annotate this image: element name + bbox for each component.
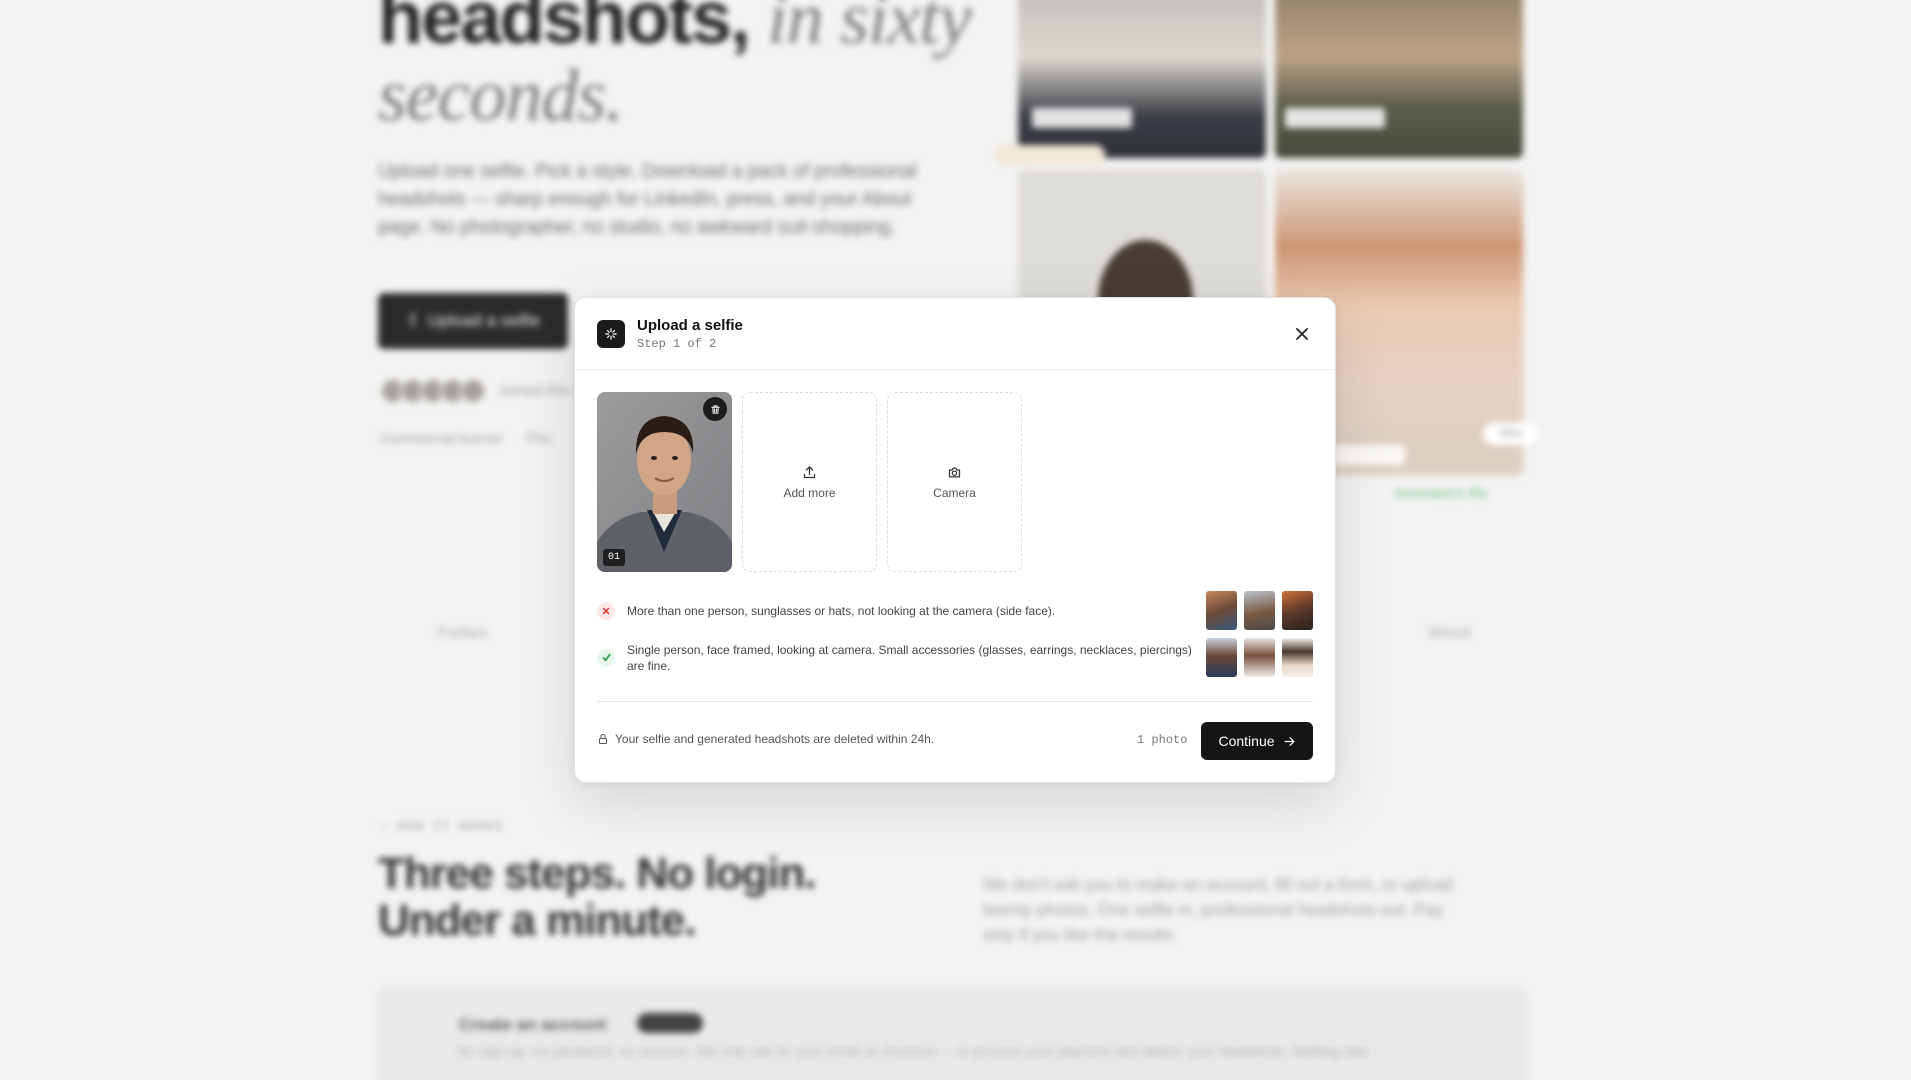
trash-icon [710, 404, 720, 414]
modal-header: Upload a selfie Step 1 of 2 [575, 298, 1335, 370]
modal-title: Upload a selfie [637, 317, 743, 334]
camera-label: Camera [933, 485, 976, 500]
delete-photo-button[interactable] [703, 397, 727, 421]
photo-count: 1 photo [1137, 733, 1188, 747]
photo-tiles: 01 Add more Camera [597, 392, 1022, 572]
camera-button[interactable]: Camera [887, 392, 1022, 572]
bad-example-3 [1282, 591, 1313, 630]
sparkle-icon [597, 320, 625, 348]
photo-index: 01 [603, 549, 626, 566]
rule-good: Single person, face framed, looking at c… [597, 638, 1313, 677]
modal-divider [597, 701, 1313, 702]
upload-selfie-modal: Upload a selfie Step 1 of 2 01 Add more … [574, 297, 1336, 783]
continue-button[interactable]: Continue [1201, 722, 1313, 760]
bad-example-thumbnails [1206, 591, 1313, 630]
arrow-right-icon [1284, 736, 1294, 746]
rule-bad: More than one person, sunglasses or hats… [597, 591, 1313, 630]
privacy-note: Your selfie and generated headshots are … [597, 732, 934, 746]
close-button[interactable] [1289, 321, 1315, 347]
x-icon [597, 601, 615, 620]
modal-step: Step 1 of 2 [637, 337, 717, 351]
good-example-1 [1206, 638, 1237, 677]
good-example-thumbnails [1206, 638, 1313, 677]
upload-icon [803, 465, 816, 478]
lock-icon [599, 734, 607, 744]
bad-example-1 [1206, 591, 1237, 630]
close-icon [1296, 328, 1308, 340]
add-more-button[interactable]: Add more [742, 392, 877, 572]
selfie-thumbnail[interactable]: 01 [597, 392, 732, 572]
rule-good-text: Single person, face framed, looking at c… [627, 642, 1192, 673]
bad-example-2 [1244, 591, 1275, 630]
privacy-note-text: Your selfie and generated headshots are … [615, 732, 935, 746]
check-icon [597, 648, 615, 667]
good-example-2 [1244, 638, 1275, 677]
rule-bad-text: More than one person, sunglasses or hats… [627, 603, 1056, 618]
good-example-3 [1282, 638, 1313, 677]
add-more-label: Add more [783, 485, 836, 500]
continue-label: Continue [1218, 733, 1275, 749]
camera-icon [948, 467, 961, 477]
